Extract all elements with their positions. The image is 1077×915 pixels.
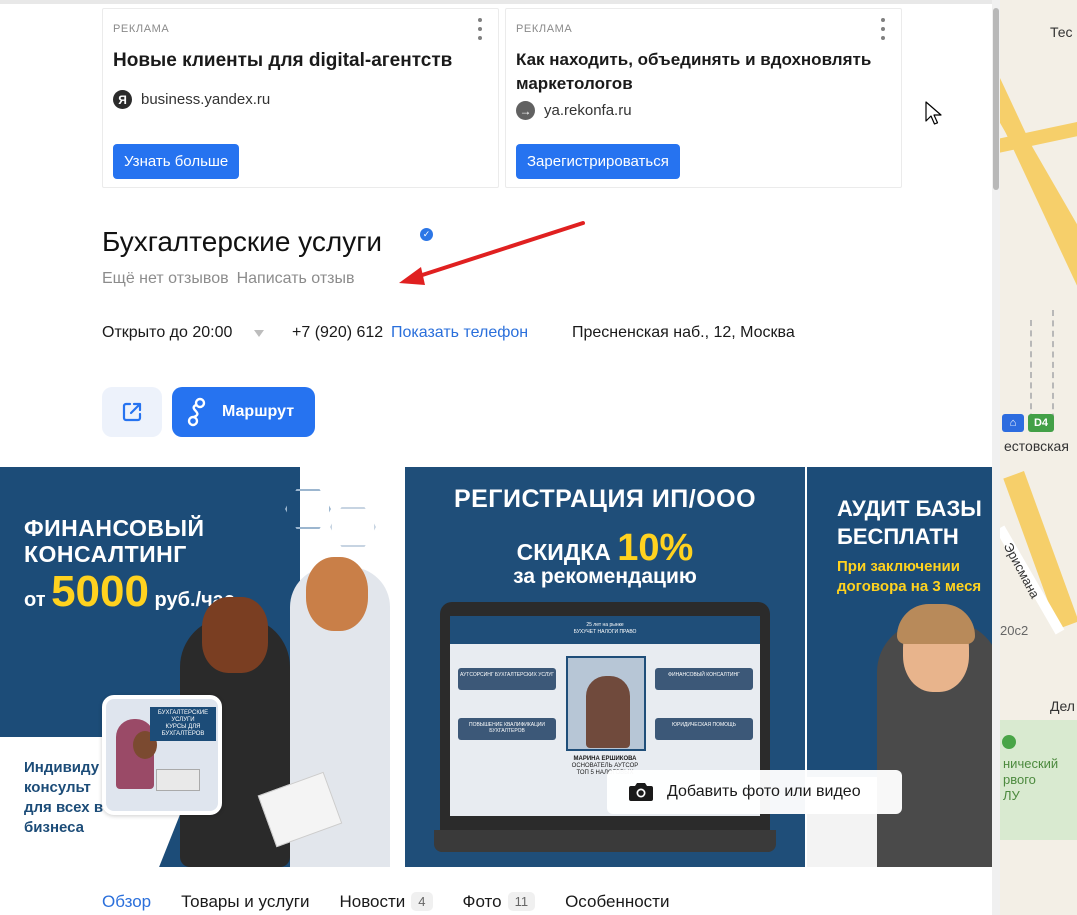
ad-title[interactable]: Новые клиенты для digital-агентств: [113, 48, 484, 73]
banner-heading: ФИНАНСОВЫЙ КОНСАЛТИНГ: [24, 515, 205, 567]
tab-photos[interactable]: Фото 11: [463, 892, 536, 912]
route-icon: [187, 397, 206, 427]
reviews-row: Ещё нет отзывов Написать отзыв: [102, 270, 355, 288]
ad-source[interactable]: Я business.yandex.ru: [113, 90, 270, 109]
banner-bottom-text: Индивиду консульт для всех в бизнеса: [24, 756, 104, 840]
org-title: Бухгалтерские услуги: [102, 226, 383, 257]
metro-line-badge: D4: [1028, 414, 1054, 432]
ad-source-domain: ya.rekonfa.ru: [544, 102, 632, 119]
map-park-label-1: нический: [1003, 756, 1059, 771]
ad-tag: РЕКЛАМА: [516, 23, 573, 35]
map-label-top: Тес: [1050, 24, 1073, 40]
photo-person: [877, 604, 1000, 867]
ad-card-1[interactable]: РЕКЛАМА Новые клиенты для digital-агентс…: [102, 8, 499, 188]
tab-count-badge: 4: [411, 892, 433, 911]
org-info-row: Открыто до 20:00 +7 (920) 612 Показать т…: [102, 324, 992, 346]
tab-features[interactable]: Особенности: [565, 892, 669, 912]
map-place-label: Дел: [1050, 698, 1075, 714]
show-phone-link[interactable]: Показать телефон: [390, 324, 529, 342]
ad-title[interactable]: Как находить, объединять и вдохновлять м…: [516, 48, 887, 96]
write-review-link[interactable]: Написать отзыв: [237, 270, 355, 288]
screen-portrait: [566, 656, 646, 751]
add-photo-label: Добавить фото или видео: [667, 783, 861, 800]
tab-news[interactable]: Новости 4: [339, 892, 433, 912]
map-park-label-3: ЛУ: [1003, 788, 1020, 803]
gallery-photo-1[interactable]: ФИНАНСОВЫЙ КОНСАЛТИНГ от 5000 руб./час И…: [0, 467, 401, 867]
map-building-label: 20с2: [1000, 623, 1029, 638]
map-view[interactable]: Тес ⌂ D4 естовская Эрисмана 20с2 Дел нич…: [1000, 0, 1077, 915]
route-label: Маршрут: [222, 403, 295, 420]
no-reviews-label: Ещё нет отзывов: [102, 270, 229, 287]
learn-more-button[interactable]: Узнать больше: [113, 144, 240, 179]
laptop-base: [434, 830, 776, 852]
banner-price: от 5000 руб./час: [24, 567, 235, 616]
banner-discount: СКИДКА 10%: [516, 527, 694, 569]
add-photo-button[interactable]: Добавить фото или видео: [607, 770, 902, 814]
opening-hours[interactable]: Открыто до 20:00: [102, 324, 232, 342]
chevron-down-icon[interactable]: [254, 330, 264, 337]
screen-pill: ЮРИДИЧЕСКАЯ ПОМОЩЬ: [655, 718, 753, 740]
metro-icon: ⌂: [1002, 414, 1024, 432]
banner-subheading: При заключении договора на 3 меся: [837, 558, 982, 595]
camera-icon: [629, 783, 653, 801]
ad-card-2[interactable]: РЕКЛАМА Как находить, объединять и вдохн…: [505, 8, 902, 188]
tab-count-badge: 11: [507, 892, 536, 911]
map-road: [1000, 56, 1077, 324]
yandex-logo-icon: Я: [113, 90, 132, 109]
arrow-right-icon: →: [516, 101, 535, 120]
screen-header: 25 лет на рынке БУХУЧЕТ НАЛОГИ ПРАВО: [450, 616, 760, 644]
more-options-icon[interactable]: [881, 18, 887, 40]
share-button[interactable]: [102, 387, 162, 437]
map-park-label-2: рвого: [1003, 772, 1036, 787]
map-pin-icon[interactable]: [1002, 735, 1016, 749]
screen-pill: ПОВЫШЕНИЕ КВАЛИФИКАЦИИ БУХГАЛТЕРОВ: [458, 718, 556, 740]
ad-source[interactable]: → ya.rekonfa.ru: [516, 101, 632, 120]
panel-top-border: [0, 0, 1000, 4]
address[interactable]: Пресненская наб., 12, Москва: [572, 324, 795, 342]
mouse-cursor-icon: [925, 101, 942, 125]
org-card-panel: РЕКЛАМА Новые клиенты для digital-агентс…: [0, 0, 1000, 915]
metro-station-marker[interactable]: ⌂ D4: [1002, 414, 1054, 432]
laptop-image: 25 лет на рынке БУХУЧЕТ НАЛОГИ ПРАВО АУТ…: [434, 602, 776, 852]
tab-overview[interactable]: Обзор: [102, 892, 151, 912]
org-logo-thumbnail[interactable]: БУХГАЛТЕРСКИЕ УСЛУГИ КУРСЫ ДЛЯ БУХГАЛТЕР…: [102, 695, 222, 815]
external-link-icon: [122, 402, 142, 422]
scrollbar-thumb[interactable]: [993, 8, 999, 190]
register-button[interactable]: Зарегистрироваться: [516, 144, 680, 179]
route-button[interactable]: Маршрут: [172, 387, 315, 437]
map-station-label: естовская: [1004, 438, 1069, 454]
banner-heading: РЕГИСТРАЦИЯ ИП/ООО: [453, 485, 757, 513]
annotation-arrow-icon: [399, 221, 585, 285]
ad-tag: РЕКЛАМА: [113, 23, 170, 35]
thumbnail-caption: БУХГАЛТЕРСКИЕ УСЛУГИ КУРСЫ ДЛЯ БУХГАЛТЕР…: [150, 707, 216, 741]
ad-source-domain: business.yandex.ru: [141, 91, 271, 108]
banner-heading: АУДИТ БАЗЫ БЕСПЛАТН: [837, 496, 982, 549]
screen-pill: АУТСОРСИНГ БУХГАЛТЕРСКИХ УСЛУГ: [458, 668, 556, 690]
tab-goods-services[interactable]: Товары и услуги: [181, 892, 309, 912]
phone-partial: +7 (920) 612: [292, 324, 384, 341]
more-options-icon[interactable]: [478, 18, 484, 40]
screen-pill: ФИНАНСОВЫЙ КОНСАЛТИНГ: [655, 668, 753, 690]
banner-subheading: за рекомендацию: [513, 565, 697, 588]
map-rail: [1052, 310, 1054, 430]
org-tabs: Обзор Товары и услуги Новости 4 Фото 11 …: [102, 888, 699, 915]
hexagon-decoration: [330, 507, 376, 547]
